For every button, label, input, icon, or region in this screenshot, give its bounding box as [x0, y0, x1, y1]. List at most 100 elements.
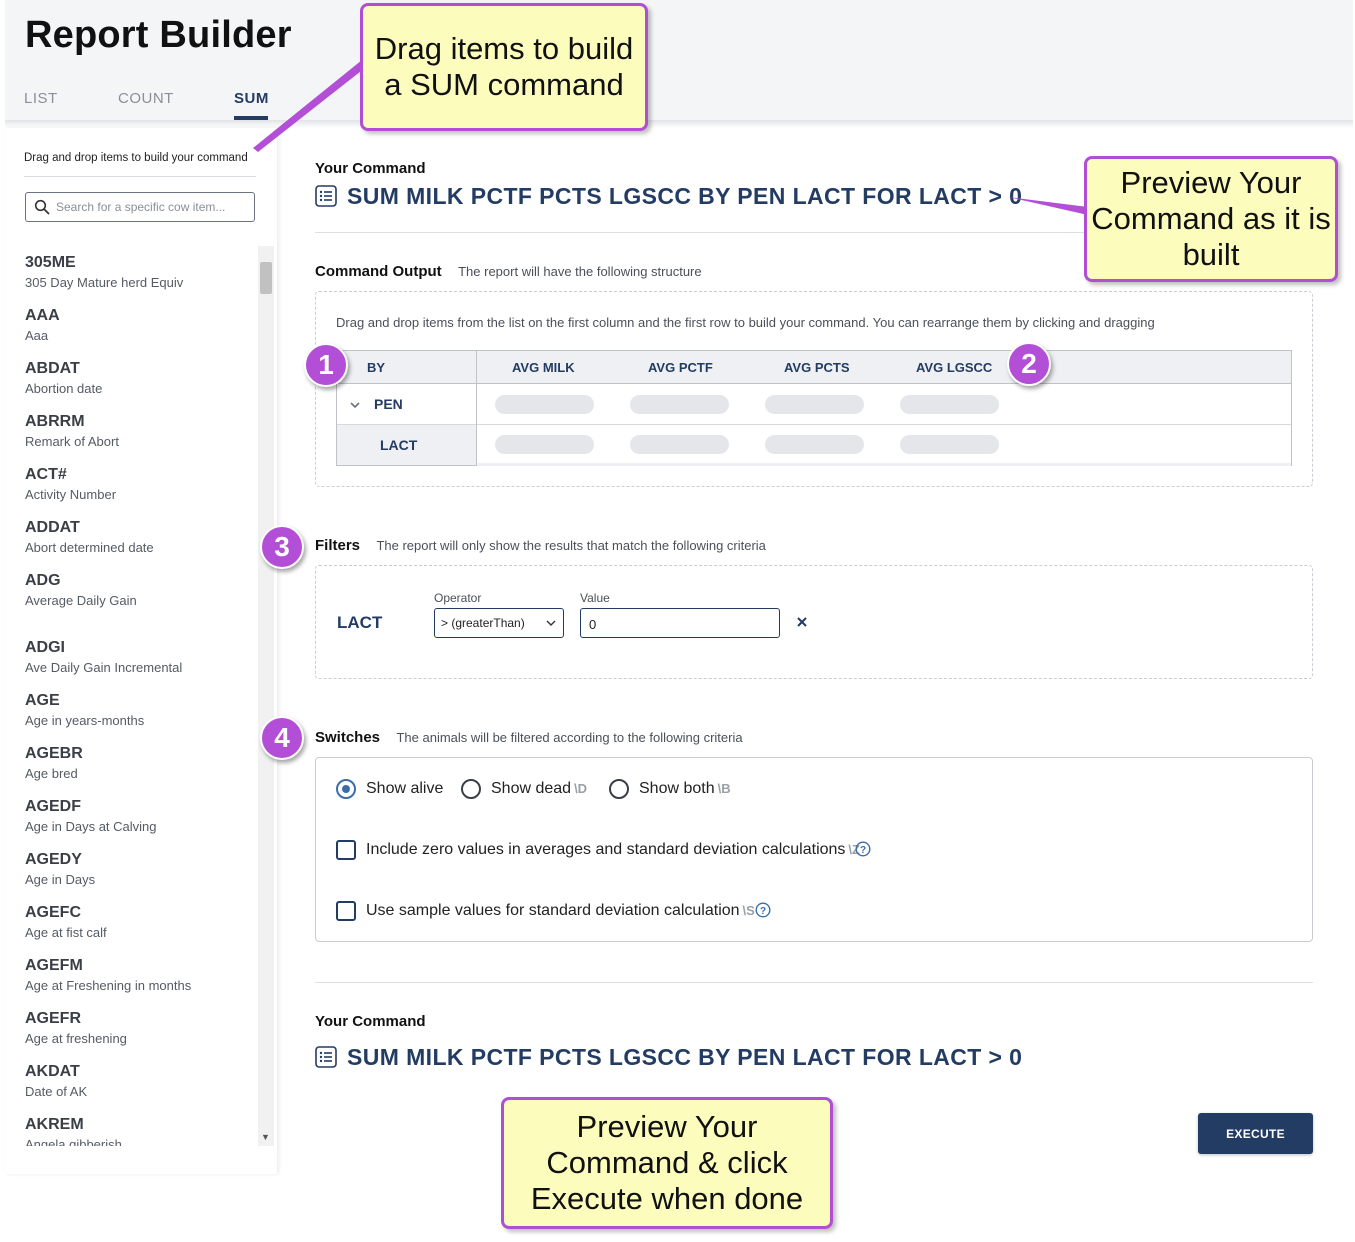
- switches-subheading: The animals will be filtered according t…: [396, 730, 743, 745]
- page-title: Report Builder: [25, 14, 292, 56]
- output-header: Command Output The report will have the …: [315, 263, 702, 281]
- callout-execute: Preview Your Command & click Execute whe…: [501, 1097, 833, 1229]
- item-description: Abort determined date: [25, 540, 154, 555]
- list-item[interactable]: 305ME 305 Day Mature herd Equiv: [25, 254, 255, 290]
- filters-heading: Filters: [315, 537, 361, 554]
- list-item[interactable]: AGEFM Age at Freshening in months: [25, 957, 255, 993]
- sidebar-divider: [24, 176, 256, 177]
- radio-text: Show alive: [366, 780, 444, 797]
- command-preview: SUM MILK PCTF PCTS LGSCC BY PEN LACT FOR…: [347, 183, 1023, 209]
- list-item[interactable]: ABRRM Remark of Abort: [25, 413, 255, 449]
- item-code: 305ME: [25, 254, 76, 271]
- item-code: AAA: [25, 307, 60, 324]
- list-item[interactable]: AKDAT Date of AK: [25, 1063, 255, 1099]
- scroll-down-arrow-icon[interactable]: ▼: [261, 1132, 270, 1142]
- execute-button[interactable]: EXECUTE: [1198, 1113, 1313, 1154]
- sample-values-label: Use sample values for standard deviation…: [366, 902, 755, 920]
- item-list: 305ME 305 Day Mature herd Equiv AAA Aaa AB…: [5, 248, 258, 1146]
- item-code: AKREM: [25, 1116, 84, 1133]
- grid-column-header[interactable]: AVG PCTF: [648, 360, 713, 375]
- callout-text: Preview Your Command as it is built: [1091, 165, 1331, 272]
- item-description: Remark of Abort: [25, 434, 119, 449]
- value-input[interactable]: [589, 616, 769, 632]
- checkbox-text: Include zero values in averages and stan…: [366, 841, 846, 858]
- sample-values-checkbox[interactable]: [336, 901, 356, 921]
- tab-count[interactable]: COUNT: [118, 90, 174, 107]
- grid-row-label[interactable]: PEN: [374, 396, 403, 412]
- search-input[interactable]: [56, 198, 248, 216]
- value-field[interactable]: [580, 608, 780, 638]
- radio-show-alive[interactable]: [336, 779, 356, 799]
- switches-header: Switches The animals will be filtered ac…: [315, 729, 743, 747]
- placeholder-cell: [765, 395, 864, 414]
- svg-text:?: ?: [760, 906, 766, 917]
- item-code: AKDAT: [25, 1063, 80, 1080]
- step-badge-2: 2: [1007, 342, 1051, 386]
- value-label: Value: [580, 591, 610, 605]
- radio-show-both[interactable]: [609, 779, 629, 799]
- active-tab-indicator: [234, 116, 268, 120]
- operator-value: > (greaterThan): [441, 616, 525, 630]
- item-code: ADG: [25, 572, 61, 589]
- filters-subheading: The report will only show the results th…: [376, 538, 766, 553]
- switch-key: \B: [717, 781, 731, 796]
- callout-preview-command: Preview Your Command as it is built: [1084, 156, 1338, 282]
- item-code: AGEBR: [25, 745, 83, 762]
- list-item[interactable]: ADGI Ave Daily Gain Incremental: [25, 639, 255, 675]
- item-code: ACT#: [25, 466, 67, 483]
- list-item[interactable]: ACT# Activity Number: [25, 466, 255, 502]
- sidebar-hint: Drag and drop items to build your comman…: [24, 152, 248, 164]
- item-code: ABRRM: [25, 413, 85, 430]
- grid-column-header[interactable]: AVG MILK: [512, 360, 575, 375]
- list-item[interactable]: AAA Aaa: [25, 307, 255, 343]
- callout-text: Drag items to build a SUM command: [374, 31, 634, 102]
- list-item[interactable]: AGEDY Age in Days: [25, 851, 255, 887]
- grid-column-header[interactable]: AVG PCTS: [784, 360, 850, 375]
- list-item[interactable]: AGE Age in years-months: [25, 692, 255, 728]
- item-code: AGEFC: [25, 904, 81, 921]
- list-item[interactable]: ABDAT Abortion date: [25, 360, 255, 396]
- item-description: Age in years-months: [25, 713, 145, 728]
- item-code: ADGI: [25, 639, 65, 656]
- help-icon[interactable]: ?: [855, 841, 871, 857]
- command-heading: Your Command: [315, 160, 426, 177]
- placeholder-cell: [630, 435, 729, 454]
- list-item[interactable]: AGEDF Age in Days at Calving: [25, 798, 255, 834]
- tab-list[interactable]: LIST: [24, 90, 58, 107]
- step-badge-1: 1: [304, 343, 348, 387]
- item-description: Abortion date: [25, 381, 103, 396]
- item-code: AGEFM: [25, 957, 83, 974]
- item-description: Age at Freshening in months: [25, 978, 192, 993]
- remove-filter-icon[interactable]: [796, 616, 808, 628]
- chevron-down-icon: [546, 620, 556, 626]
- operator-select[interactable]: > (greaterThan): [434, 608, 564, 638]
- chevron-down-icon[interactable]: [349, 400, 361, 410]
- radio-text: Show both: [639, 780, 715, 797]
- list-item[interactable]: AGEFC Age at fist calf: [25, 904, 255, 940]
- item-description: Average Daily Gain: [25, 593, 137, 608]
- step-badge-3: 3: [260, 525, 304, 569]
- item-description: Age at freshening: [25, 1031, 127, 1046]
- grid-by-label: BY: [367, 360, 386, 375]
- list-item[interactable]: AKREM Angela gibberish: [25, 1116, 255, 1146]
- callout-text: Preview Your Command & click Execute whe…: [530, 1109, 804, 1216]
- search-icon: [34, 199, 50, 215]
- radio-show-dead[interactable]: [461, 779, 481, 799]
- list-item[interactable]: AGEFR Age at freshening: [25, 1010, 255, 1046]
- help-icon[interactable]: ?: [755, 902, 771, 918]
- placeholder-cell: [900, 435, 999, 454]
- radio-text: Show dead: [491, 780, 572, 797]
- list-item[interactable]: AGEBR Age bred: [25, 745, 255, 781]
- item-code: ADDAT: [25, 519, 80, 536]
- sidebar-scrollbar[interactable]: ▼: [258, 246, 274, 1146]
- list-item[interactable]: ADDAT Abort determined date: [25, 519, 255, 555]
- list-item[interactable]: ADG Average Daily Gain: [25, 572, 255, 608]
- grid-row-label[interactable]: LACT: [380, 437, 417, 453]
- include-zero-checkbox[interactable]: [336, 840, 356, 860]
- search-field[interactable]: [25, 192, 255, 222]
- tab-sum[interactable]: SUM: [234, 90, 269, 107]
- item-description: Age in Days at Calving: [25, 819, 157, 834]
- placeholder-cell: [495, 435, 594, 454]
- scrollbar-thumb[interactable]: [260, 262, 272, 294]
- grid-column-header[interactable]: AVG LGSCC: [916, 360, 992, 375]
